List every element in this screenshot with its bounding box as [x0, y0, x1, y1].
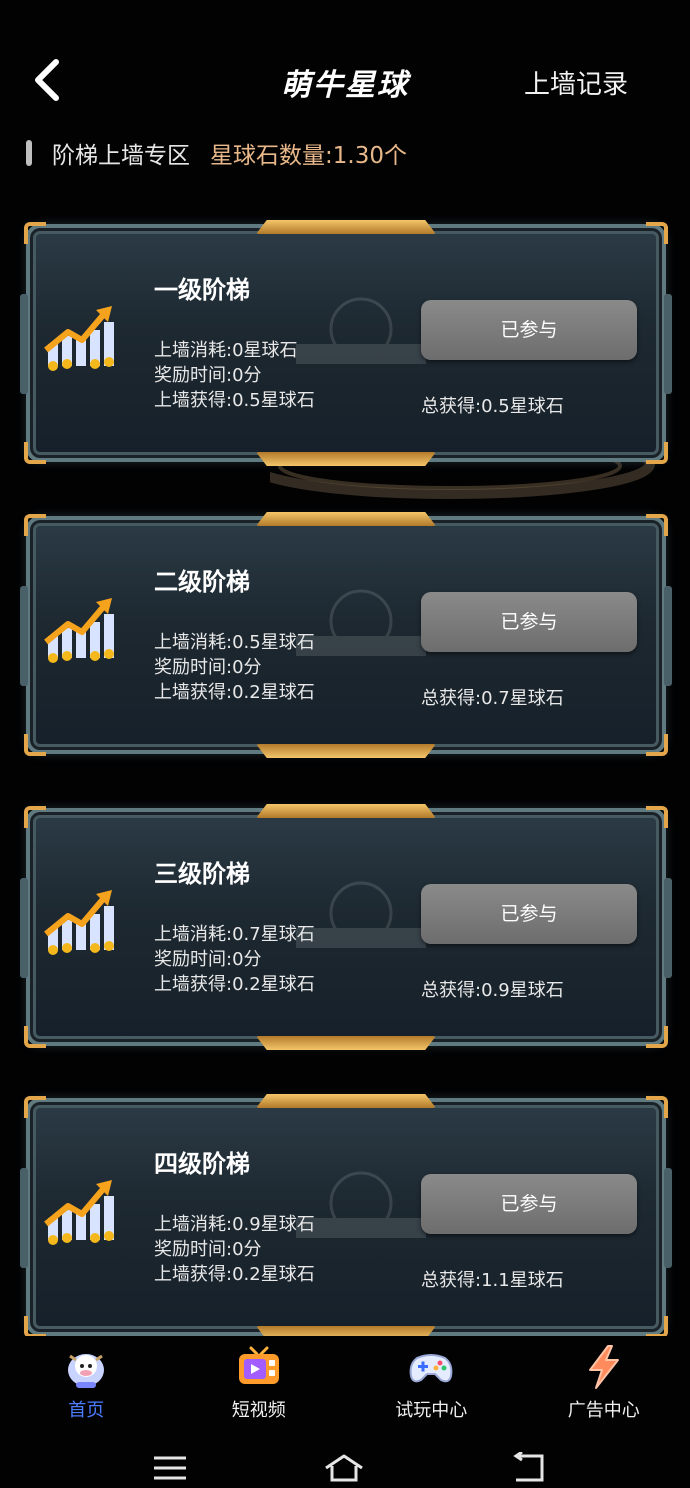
- frame-tab: [20, 878, 28, 978]
- total-gain-text: 总获得:0.7星球石: [421, 688, 564, 709]
- frame-ornament: [256, 744, 436, 758]
- frame-ornament: [256, 1094, 436, 1108]
- frame-corner: [646, 1096, 668, 1118]
- cow-astronaut-icon: [68, 1354, 105, 1388]
- growth-chart-icon: [44, 890, 114, 955]
- frame-tab: [664, 878, 672, 978]
- bottom-nav: 首页 短视频 试玩中心 广告中心: [0, 1336, 690, 1426]
- frame-corner: [646, 442, 668, 464]
- total-gain-text: 总获得:0.5星球石: [421, 396, 564, 417]
- nav-label: 试玩中心: [395, 1400, 468, 1421]
- section-title: 阶梯上墙专区: [52, 143, 190, 169]
- card-title: 一级阶梯: [154, 276, 250, 304]
- frame-corner: [24, 806, 46, 828]
- ladder-card-1: 一级阶梯 上墙消耗:0星球石 奖励时间:0分 上墙获得:0.5星球石 已参与 总…: [20, 220, 672, 464]
- nav-item-home[interactable]: 首页: [0, 1336, 173, 1426]
- card-title: 四级阶梯: [154, 1150, 250, 1178]
- page: 萌牛星球 上墙记录 阶梯上墙专区 星球石数量: 1.30个 一级阶梯 上墙消耗:…: [0, 0, 690, 1488]
- frame-ornament: [256, 1036, 436, 1050]
- cost-text: 上墙消耗:0.9星球石: [154, 1214, 315, 1235]
- frame-corner: [24, 222, 46, 244]
- growth-chart-icon: [44, 598, 114, 663]
- joined-button[interactable]: 已参与: [421, 300, 637, 360]
- reward-time-text: 奖励时间:0分: [154, 1239, 262, 1260]
- frame-corner: [24, 514, 46, 536]
- system-nav-bar: [0, 1440, 690, 1488]
- card-title: 二级阶梯: [154, 568, 250, 596]
- gamepad-icon: [409, 1354, 453, 1383]
- menu-icon: [154, 1456, 186, 1480]
- nav-label: 广告中心: [567, 1400, 640, 1421]
- card-title: 三级阶梯: [154, 860, 250, 888]
- frame-tab: [20, 294, 28, 394]
- tv-icon: [238, 1346, 279, 1384]
- total-gain-text: 总获得:0.9星球石: [421, 980, 564, 1001]
- cost-text: 上墙消耗:0星球石: [154, 340, 298, 361]
- total-gain-text: 总获得:1.1星球石: [421, 1270, 564, 1291]
- frame-ornament: [256, 452, 436, 466]
- frame-corner: [646, 734, 668, 756]
- nav-label: 首页: [68, 1400, 105, 1421]
- joined-button[interactable]: 已参与: [421, 884, 637, 944]
- recent-apps-button[interactable]: [150, 1452, 190, 1484]
- stone-count-value: 1.30个: [332, 143, 407, 169]
- reward-time-text: 奖励时间:0分: [154, 949, 262, 970]
- joined-button[interactable]: 已参与: [421, 592, 637, 652]
- nav-item-short-video[interactable]: 短视频: [173, 1336, 346, 1426]
- frame-corner: [24, 1096, 46, 1118]
- lightning-icon: [588, 1345, 619, 1389]
- home-icon: [325, 1454, 363, 1482]
- frame-corner: [646, 1316, 668, 1338]
- frame-corner: [24, 734, 46, 756]
- frame-corner: [646, 514, 668, 536]
- nav-label: 短视频: [231, 1400, 286, 1421]
- reward-time-text: 奖励时间:0分: [154, 365, 262, 386]
- frame-tab: [664, 294, 672, 394]
- frame-tab: [664, 1168, 672, 1268]
- frame-corner: [24, 1026, 46, 1048]
- frame-ornament: [256, 220, 436, 234]
- growth-chart-icon: [44, 306, 114, 371]
- frame-corner: [646, 1026, 668, 1048]
- frame-ornament: [256, 512, 436, 526]
- reward-time-text: 奖励时间:0分: [154, 657, 262, 678]
- section-bar: [26, 140, 32, 166]
- back-system-button[interactable]: [508, 1450, 548, 1484]
- home-button[interactable]: [324, 1452, 368, 1484]
- cost-text: 上墙消耗:0.5星球石: [154, 632, 315, 653]
- nav-item-ad-center[interactable]: 广告中心: [518, 1336, 690, 1426]
- frame-tab: [664, 586, 672, 686]
- frame-corner: [646, 222, 668, 244]
- frame-corner: [24, 442, 46, 464]
- section-heading: 阶梯上墙专区 星球石数量: 1.30个: [26, 136, 407, 170]
- gain-text: 上墙获得:0.5星球石: [154, 390, 315, 411]
- gain-text: 上墙获得:0.2星球石: [154, 974, 315, 995]
- gain-text: 上墙获得:0.2星球石: [154, 682, 315, 703]
- ladder-card-4: 四级阶梯 上墙消耗:0.9星球石 奖励时间:0分 上墙获得:0.2星球石 已参与…: [20, 1094, 672, 1338]
- growth-chart-icon: [44, 1180, 114, 1245]
- frame-tab: [20, 586, 28, 686]
- ladder-card-2: 二级阶梯 上墙消耗:0.5星球石 奖励时间:0分 上墙获得:0.2星球石 已参与…: [20, 512, 672, 756]
- header: 萌牛星球 上墙记录: [0, 0, 690, 130]
- gain-text: 上墙获得:0.2星球石: [154, 1264, 315, 1285]
- cost-text: 上墙消耗:0.7星球石: [154, 924, 315, 945]
- ladder-card-3: 三级阶梯 上墙消耗:0.7星球石 奖励时间:0分 上墙获得:0.2星球石 已参与…: [20, 804, 672, 1048]
- return-icon: [513, 1450, 544, 1482]
- record-link[interactable]: 上墙记录: [524, 64, 628, 101]
- frame-corner: [646, 806, 668, 828]
- nav-item-trial-center[interactable]: 试玩中心: [345, 1336, 518, 1426]
- frame-corner: [24, 1316, 46, 1338]
- frame-tab: [20, 1168, 28, 1268]
- stone-count-label: 星球石数量:: [210, 143, 333, 169]
- joined-button[interactable]: 已参与: [421, 1174, 637, 1234]
- frame-ornament: [256, 804, 436, 818]
